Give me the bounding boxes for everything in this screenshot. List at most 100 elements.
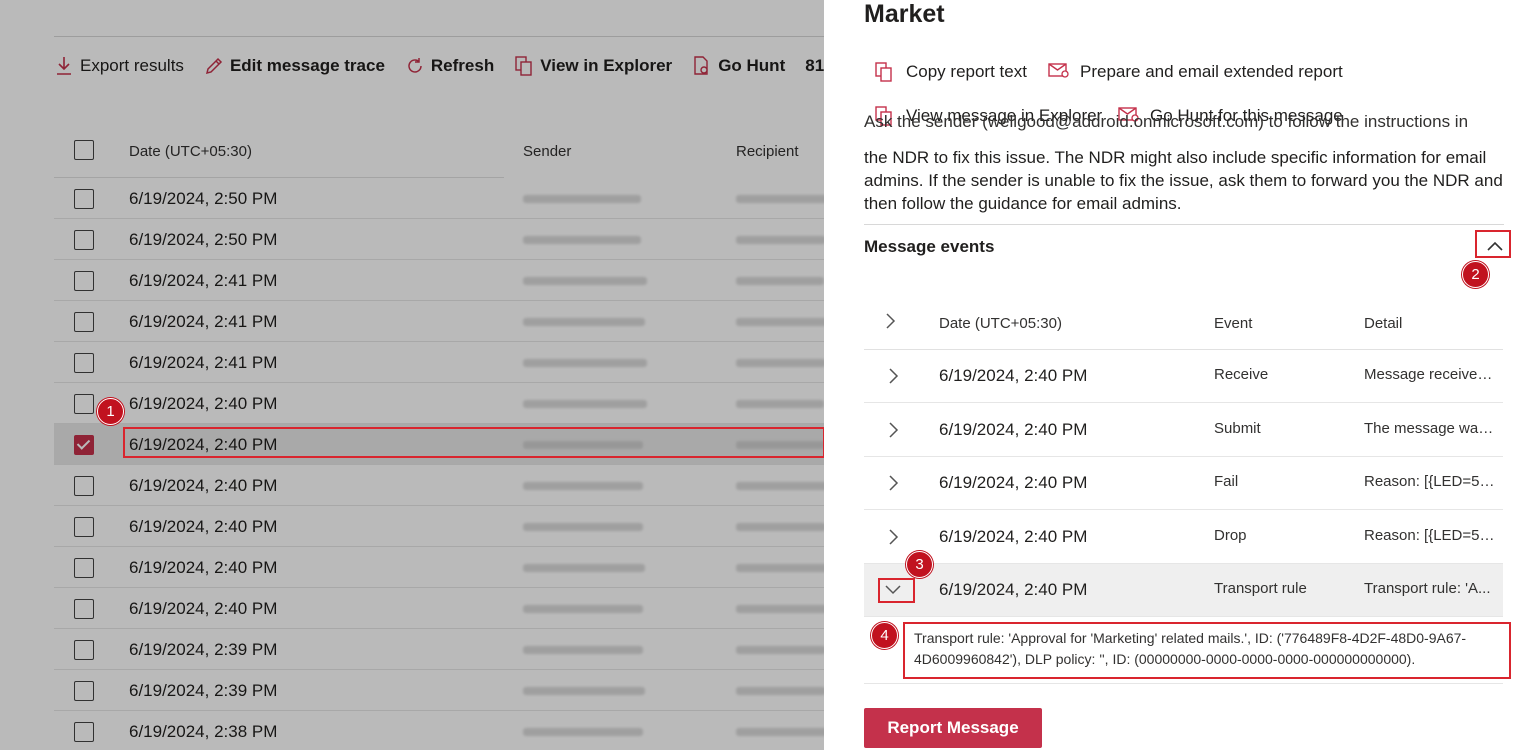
chevron-right-icon[interactable] bbox=[882, 472, 904, 494]
row-checkbox[interactable] bbox=[74, 189, 94, 209]
prepare-email-report-label: Prepare and email extended report bbox=[1080, 62, 1343, 81]
row-date: 6/19/2024, 2:38 PM bbox=[129, 722, 278, 741]
row-checkbox[interactable] bbox=[74, 640, 94, 660]
table-row[interactable]: 6/19/2024, 2:40 PM bbox=[54, 506, 824, 547]
row-recipient-redacted bbox=[736, 400, 824, 408]
table-row[interactable]: 6/19/2024, 2:41 PM bbox=[54, 342, 824, 383]
chevron-right-icon[interactable] bbox=[882, 365, 904, 387]
ndr-guidance-paragraph: the NDR to fix this issue. The NDR might… bbox=[864, 148, 1503, 213]
row-recipient-redacted bbox=[736, 728, 824, 736]
table-row[interactable]: 6/19/2024, 2:38 PM bbox=[54, 711, 824, 750]
ev-col-event[interactable]: Event bbox=[1214, 315, 1252, 332]
row-checkbox[interactable] bbox=[74, 312, 94, 332]
go-hunt-label: Go Hunt bbox=[718, 55, 786, 75]
row-checkbox[interactable] bbox=[74, 722, 94, 742]
row-date: 6/19/2024, 2:40 PM bbox=[129, 558, 278, 577]
row-recipient-redacted bbox=[736, 687, 824, 695]
event-row[interactable]: 6/19/2024, 2:40 PM Receive Message receive… bbox=[864, 350, 1503, 403]
chevron-right-icon[interactable] bbox=[882, 419, 904, 441]
table-row[interactable]: 6/19/2024, 2:39 PM bbox=[54, 629, 824, 670]
col-header-recipient[interactable]: Recipient bbox=[736, 143, 799, 160]
expand-all-chevron-icon[interactable] bbox=[882, 311, 898, 331]
table-row[interactable]: 6/19/2024, 2:40 PM bbox=[54, 383, 824, 424]
table-row[interactable]: 6/19/2024, 2:41 PM bbox=[54, 260, 824, 301]
row-sender-redacted bbox=[523, 523, 643, 531]
row-date: 6/19/2024, 2:40 PM bbox=[129, 394, 278, 413]
grid-header: Date (UTC+05:30) Sender Recipient bbox=[54, 125, 799, 178]
row-sender-redacted bbox=[523, 359, 647, 367]
col-header-sender[interactable]: Sender bbox=[523, 143, 571, 160]
table-row[interactable]: 6/19/2024, 2:39 PM bbox=[54, 670, 824, 711]
row-date: 6/19/2024, 2:40 PM bbox=[129, 435, 278, 454]
event-row[interactable]: 6/19/2024, 2:40 PM Transport rule Transpor… bbox=[864, 564, 1503, 617]
message-trace-page: Export results Edit message trace Refres… bbox=[0, 0, 824, 750]
row-sender-redacted bbox=[523, 318, 645, 326]
event-detail: Transport rule: 'A... bbox=[1364, 580, 1491, 597]
event-date: 6/19/2024, 2:40 PM bbox=[939, 473, 1088, 492]
chevron-down-icon[interactable] bbox=[882, 579, 904, 601]
table-row[interactable]: 6/19/2024, 2:40 PM bbox=[54, 588, 824, 629]
row-date: 6/19/2024, 2:40 PM bbox=[129, 599, 278, 618]
row-sender-redacted bbox=[523, 605, 643, 613]
event-row[interactable]: 6/19/2024, 2:40 PM Submit The message was.… bbox=[864, 404, 1503, 457]
row-sender-redacted bbox=[523, 646, 643, 654]
edit-message-trace-button[interactable]: Edit message trace bbox=[204, 55, 385, 77]
row-date: 6/19/2024, 2:39 PM bbox=[129, 640, 278, 659]
event-row[interactable]: 6/19/2024, 2:40 PM Fail Reason: [{LED=55..… bbox=[864, 457, 1503, 510]
row-sender-redacted bbox=[523, 564, 645, 572]
go-hunt-button[interactable]: Go Hunt bbox=[692, 55, 785, 77]
mail-icon bbox=[1048, 61, 1070, 83]
copy-report-text-button[interactable]: Copy report text bbox=[874, 61, 1027, 83]
row-date: 6/19/2024, 2:50 PM bbox=[129, 230, 278, 249]
row-checkbox[interactable] bbox=[74, 476, 94, 496]
collapse-events-button[interactable] bbox=[1480, 233, 1510, 259]
event-type: Receive bbox=[1214, 366, 1269, 383]
events-table-header: Date (UTC+05:30) Event Detail bbox=[864, 298, 1503, 350]
row-checkbox[interactable] bbox=[74, 558, 94, 578]
row-checkbox[interactable] bbox=[74, 271, 94, 291]
refresh-button[interactable]: Refresh bbox=[405, 55, 494, 77]
row-sender-redacted bbox=[523, 728, 643, 736]
row-checkbox[interactable] bbox=[74, 599, 94, 619]
row-date: 6/19/2024, 2:40 PM bbox=[129, 517, 278, 536]
table-row[interactable]: 6/19/2024, 2:41 PM bbox=[54, 301, 824, 342]
event-detail: The message was... bbox=[1364, 420, 1496, 437]
export-results-button[interactable]: Export results bbox=[54, 55, 184, 77]
row-checkbox[interactable] bbox=[74, 353, 94, 373]
col-header-date[interactable]: Date (UTC+05:30) bbox=[129, 143, 252, 160]
section-divider bbox=[864, 224, 1504, 225]
ev-col-detail[interactable]: Detail bbox=[1364, 315, 1402, 332]
row-checkbox[interactable] bbox=[74, 394, 94, 414]
edit-message-trace-label: Edit message trace bbox=[229, 55, 385, 75]
chevron-right-icon[interactable] bbox=[882, 526, 904, 548]
annotation-badge-3: 3 bbox=[906, 551, 933, 578]
event-detail: Message received... bbox=[1364, 366, 1496, 383]
ev-col-date[interactable]: Date (UTC+05:30) bbox=[939, 315, 1062, 332]
export-results-label: Export results bbox=[80, 55, 184, 75]
pencil-icon bbox=[204, 55, 224, 77]
row-sender-redacted bbox=[523, 400, 647, 408]
table-row[interactable]: 6/19/2024, 2:50 PM bbox=[54, 219, 824, 260]
view-in-explorer-label: View in Explorer bbox=[540, 55, 673, 75]
flyout-title: Market bbox=[864, 0, 945, 28]
table-row[interactable]: 6/19/2024, 2:50 PM bbox=[54, 178, 824, 219]
table-row[interactable]: 6/19/2024, 2:40 PM bbox=[54, 465, 824, 506]
table-row[interactable]: 6/19/2024, 2:40 PM bbox=[54, 424, 824, 465]
row-checkbox[interactable] bbox=[74, 681, 94, 701]
row-checkbox[interactable] bbox=[74, 517, 94, 537]
row-sender-redacted bbox=[523, 441, 643, 449]
select-all-checkbox[interactable] bbox=[74, 140, 94, 160]
row-date: 6/19/2024, 2:41 PM bbox=[129, 353, 278, 372]
row-date: 6/19/2024, 2:50 PM bbox=[129, 189, 278, 208]
row-sender-redacted bbox=[523, 277, 647, 285]
row-checkbox[interactable] bbox=[74, 435, 94, 455]
event-row[interactable]: 6/19/2024, 2:40 PM Drop Reason: [{LED=55..… bbox=[864, 511, 1503, 564]
row-checkbox[interactable] bbox=[74, 230, 94, 250]
table-row[interactable]: 6/19/2024, 2:40 PM bbox=[54, 547, 824, 588]
message-trace-grid: Date (UTC+05:30) Sender Recipient 6/19/2… bbox=[54, 125, 824, 750]
grid-rows: 6/19/2024, 2:50 PM 6/19/2024, 2:50 PM 6/19… bbox=[54, 178, 824, 750]
row-sender-redacted bbox=[523, 687, 645, 695]
view-in-explorer-button[interactable]: View in Explorer bbox=[514, 55, 672, 77]
report-message-button[interactable]: Report Message bbox=[864, 708, 1042, 748]
prepare-email-report-button[interactable]: Prepare and email extended report bbox=[1048, 61, 1343, 83]
